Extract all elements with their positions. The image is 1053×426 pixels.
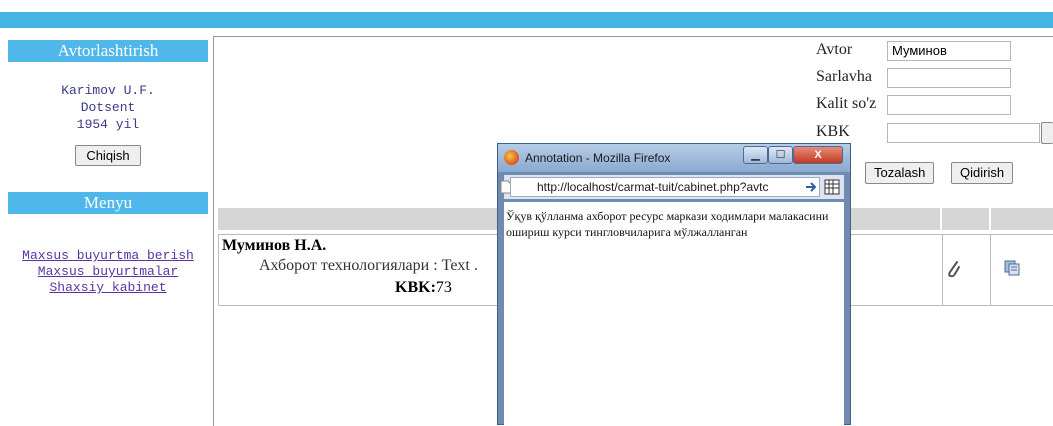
menu-item-special-orders[interactable]: Maxsus buyurtmalar (8, 264, 208, 280)
title-label: Sarlavha (816, 68, 872, 85)
row-title: Ахборот технологиялари : Text . (259, 257, 478, 274)
firefox-icon (504, 150, 519, 165)
row-author: Муминов Н.А. (222, 237, 327, 254)
paperclip-icon[interactable] (946, 259, 962, 279)
close-icon[interactable]: X (793, 146, 843, 164)
menu-list: Maxsus buyurtma berish Maxsus buyurtmala… (8, 248, 208, 296)
popup-titlebar[interactable]: Annotation - Mozilla Firefox ▁ ☐ X (498, 144, 850, 172)
grid-icon[interactable] (824, 179, 840, 195)
row-kbk-label: KBK: (395, 279, 436, 296)
keyword-label: Kalit so'z (816, 95, 877, 112)
go-arrow-icon[interactable] (804, 180, 818, 194)
exit-button[interactable]: Chiqish (75, 145, 141, 166)
row-kbk-value: 73 (435, 279, 452, 296)
popup-url-bar: http://localhost/carmat-tuit/cabinet.php… (500, 175, 844, 199)
kbk-select-button[interactable] (1041, 122, 1053, 144)
maximize-icon[interactable]: ☐ (768, 146, 793, 164)
menu-header: Menyu (8, 192, 208, 214)
menu-item-special-order[interactable]: Maxsus buyurtma berish (8, 248, 208, 264)
user-name: Karimov U.F. (61, 83, 155, 98)
kbk-input[interactable] (887, 123, 1040, 143)
kbk-label: KBK (816, 123, 850, 140)
search-button[interactable]: Qidirish (951, 162, 1014, 184)
user-year: 1954 yil (76, 117, 140, 132)
author-input[interactable]: Муминов (887, 41, 1011, 61)
menu-item-personal-cabinet[interactable]: Shaxsiy kabinet (8, 280, 208, 296)
copy-icon[interactable] (1004, 260, 1020, 276)
popup-title: Annotation - Mozilla Firefox (525, 151, 671, 165)
row-kbk: KBK:73 (395, 279, 452, 297)
annotation-text: Ўқув қўлланма ахборот ресурс маркази ход… (506, 209, 829, 239)
minimize-icon[interactable]: ▁ (743, 146, 768, 164)
top-bar (0, 12, 1053, 28)
popup-url-field[interactable]: http://localhost/carmat-tuit/cabinet.php… (510, 177, 820, 197)
popup-content: Ўқув қўлланма ахборот ресурс маркази ход… (504, 202, 844, 426)
auth-header: Avtorlashtirish (8, 40, 208, 62)
left-sidebar: Avtorlashtirish Karimov U.F. Dotsent 195… (8, 40, 208, 425)
annotation-popup: Annotation - Mozilla Firefox ▁ ☐ X http:… (497, 143, 851, 426)
author-label: Avtor (816, 41, 853, 58)
title-input[interactable] (887, 68, 1011, 88)
popup-url-text: http://localhost/carmat-tuit/cabinet.php… (537, 180, 769, 194)
user-title: Dotsent (80, 100, 136, 115)
user-info: Karimov U.F. Dotsent 1954 yil (8, 82, 208, 133)
keyword-input[interactable] (887, 95, 1011, 115)
clear-button[interactable]: Tozalash (865, 162, 935, 184)
